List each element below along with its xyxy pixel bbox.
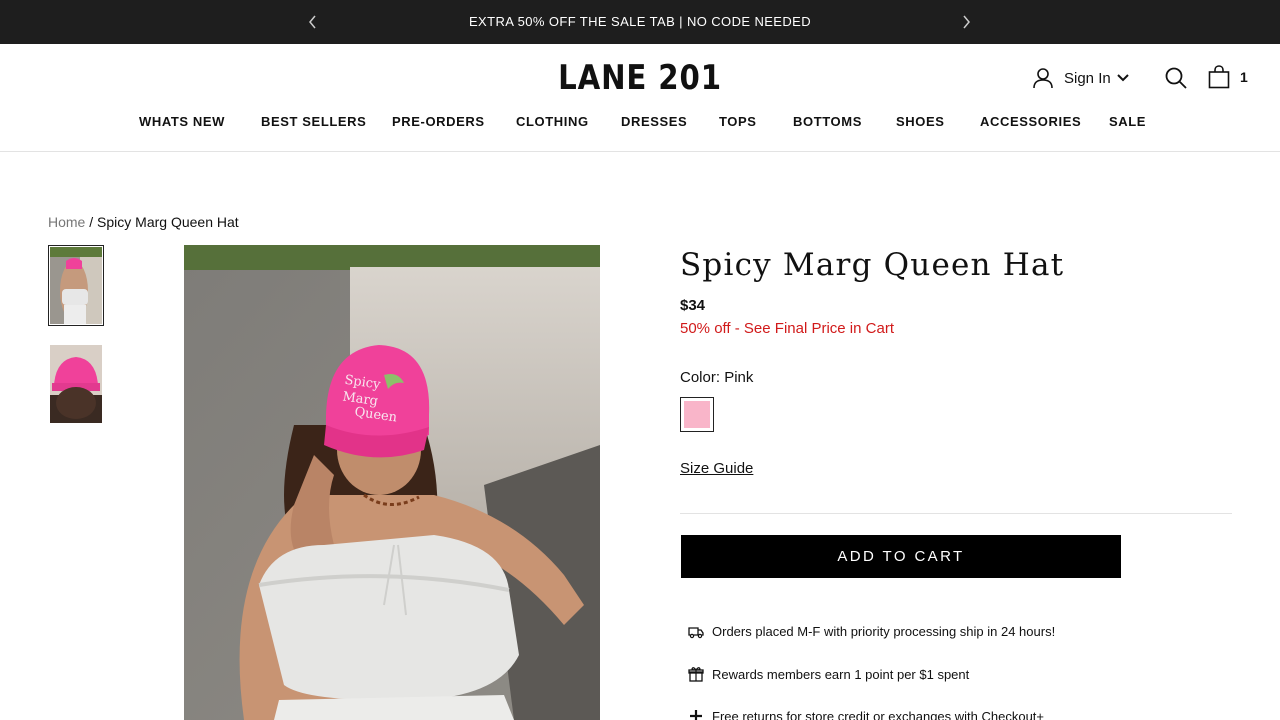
delivery-truck-icon — [688, 626, 704, 638]
color-swatch-pink[interactable] — [680, 397, 714, 432]
nav-item-clothing[interactable]: CLOTHING — [516, 114, 589, 129]
product-thumbnail-1[interactable] — [48, 245, 104, 326]
chevron-down-icon — [1116, 74, 1129, 82]
color-label: Color: — [680, 369, 721, 386]
product-thumbnail-2[interactable] — [50, 345, 102, 423]
breadcrumb-separator: / — [89, 214, 94, 230]
perk-text: Orders placed M-F with priority processi… — [712, 624, 1056, 639]
nav-item-whats-new[interactable]: WHATS NEW — [139, 114, 225, 129]
perk-text: Rewards members earn 1 point per $1 spen… — [712, 666, 970, 682]
perk-item: Orders placed M-F with priority processi… — [688, 624, 1055, 639]
nav-item-tops[interactable]: TOPS — [719, 114, 757, 129]
chevron-right-icon[interactable] — [956, 12, 976, 32]
swatch-fill — [684, 401, 710, 428]
announcement-bar: EXTRA 50% OFF THE SALE TAB | NO CODE NEE… — [0, 0, 1280, 44]
product-main-image[interactable]: Spicy Marg Queen — [184, 245, 600, 720]
sign-in-label: Sign In — [1064, 69, 1111, 87]
nav-item-shoes[interactable]: SHOES — [896, 114, 945, 129]
sign-in-button[interactable]: Sign In — [1032, 67, 1129, 89]
perk-text: Free returns for store credit or exchang… — [712, 708, 1045, 720]
search-icon[interactable] — [1164, 66, 1188, 90]
breadcrumb: Home / Spicy Marg Queen Hat — [48, 214, 239, 230]
color-value: Pink — [724, 369, 754, 386]
cart-button[interactable]: 1 — [1208, 65, 1248, 89]
perk-item: Rewards members earn 1 point per $1 spen… — [688, 666, 969, 682]
cart-count: 1 — [1240, 69, 1248, 85]
add-to-cart-button[interactable]: ADD TO CART — [681, 535, 1121, 578]
nav-item-accessories[interactable]: ACCESSORIES — [980, 114, 1081, 129]
divider — [680, 513, 1232, 514]
color-selector-label: Color: Pink — [680, 369, 753, 386]
announcement-text: EXTRA 50% OFF THE SALE TAB | NO CODE NEE… — [468, 14, 812, 29]
gift-icon — [688, 667, 704, 682]
nav-item-dresses[interactable]: DRESSES — [621, 114, 687, 129]
nav-item-pre-orders[interactable]: PRE-ORDERS — [392, 114, 485, 129]
perk-item: Free returns for store credit or exchang… — [688, 708, 1044, 720]
size-guide-link[interactable]: Size Guide — [680, 460, 753, 477]
nav-item-bottoms[interactable]: BOTTOMS — [793, 114, 862, 129]
shopping-bag-icon — [1208, 65, 1230, 89]
product-title: Spicy Marg Queen Hat — [680, 247, 1065, 283]
promo-text: 50% off - See Final Price in Cart — [680, 320, 894, 337]
logo[interactable]: LANE 201 — [90, 58, 1191, 98]
site-header: LANE 201 Sign In 1 WHATS NEW BEST SELLER… — [0, 44, 1280, 152]
plus-icon — [690, 710, 702, 720]
product-price: $34 — [680, 297, 706, 314]
nav-item-sale[interactable]: SALE — [1109, 114, 1146, 129]
breadcrumb-current: Spicy Marg Queen Hat — [97, 214, 239, 230]
user-icon — [1033, 68, 1053, 89]
nav-item-best-sellers[interactable]: BEST SELLERS — [261, 114, 366, 129]
breadcrumb-home[interactable]: Home — [48, 214, 85, 230]
